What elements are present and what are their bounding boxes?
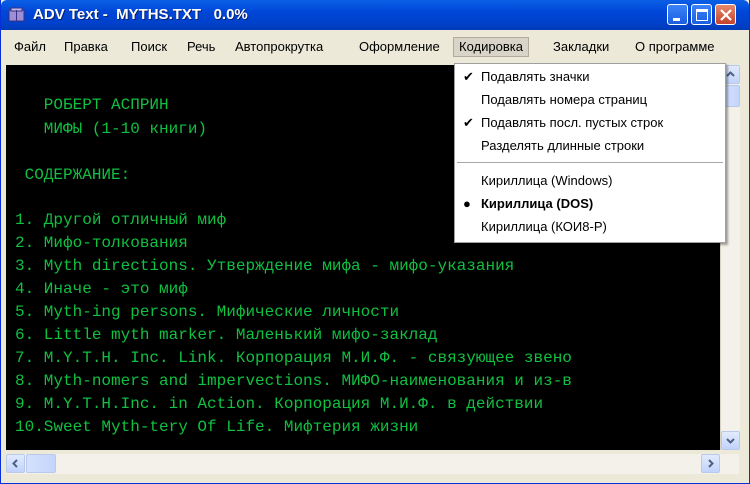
doc-line: 2. Мифо-толкования: [15, 234, 188, 252]
menu-option-cyrillic-koi8[interactable]: Кириллица (КОИ8-Р): [455, 216, 725, 238]
menu-file[interactable]: Файл: [9, 38, 51, 56]
checkmark-icon: ✔: [463, 69, 474, 84]
close-button[interactable]: [715, 4, 736, 25]
window-title: ADV Text - MYTHS.TXT 0.0%: [33, 6, 248, 23]
doc-line: 5. Myth-ing persons. Мифические личности: [15, 303, 400, 321]
menu-formatting[interactable]: Оформление: [354, 38, 445, 56]
hscroll-thumb[interactable]: [26, 454, 56, 473]
encoding-dropdown-menu: ✔ Подавлять значки Подавлять номера стра…: [454, 63, 726, 243]
menu-option-suppress-empty-lines[interactable]: ✔ Подавлять посл. пустых строк: [455, 112, 725, 134]
close-icon: [720, 9, 732, 21]
doc-line: СОДЕРЖАНИЕ:: [15, 166, 131, 184]
maximize-icon: [696, 9, 708, 21]
menu-bookmarks[interactable]: Закладки: [548, 38, 614, 56]
doc-line: 6. Little myth marker. Маленький мифо-за…: [15, 326, 438, 344]
book-icon: [8, 7, 25, 23]
doc-line: 10.Sweet Myth-tery Of Life. Мифтерия жиз…: [15, 418, 419, 436]
menu-autoscroll[interactable]: Автопрокрутка: [230, 38, 328, 56]
chevron-right-icon: [708, 459, 714, 468]
minimize-icon: [673, 18, 680, 21]
app-window: ADV Text - MYTHS.TXT 0.0% Файл Правка По…: [0, 0, 750, 484]
menu-encoding[interactable]: Кодировка: [453, 37, 529, 57]
checkmark-icon: ✔: [463, 115, 474, 130]
menu-edit[interactable]: Правка: [59, 38, 113, 56]
menu-about[interactable]: О программе: [630, 38, 720, 56]
menu-search[interactable]: Поиск: [126, 38, 172, 56]
menu-option-suppress-icons[interactable]: ✔ Подавлять значки: [455, 66, 725, 88]
radio-bullet-icon: ●: [463, 196, 471, 211]
doc-line: 9. M.Y.T.H.Inc. in Action. Корпорация М.…: [15, 395, 544, 413]
minimize-button[interactable]: [667, 4, 688, 25]
horizontal-scrollbar[interactable]: [6, 454, 739, 474]
doc-line: 4. Иначе - это миф: [15, 280, 188, 298]
doc-line: 3. Myth directions. Утверждение мифа - м…: [15, 257, 515, 275]
doc-line: 1. Другой отличный миф: [15, 211, 227, 229]
menu-option-suppress-page-numbers[interactable]: Подавлять номера страниц: [455, 89, 725, 111]
maximize-button[interactable]: [691, 4, 712, 25]
menu-option-cyrillic-dos[interactable]: ● Кириллица (DOS): [455, 193, 725, 215]
menu-separator: [457, 162, 723, 163]
scroll-left-button[interactable]: [6, 454, 25, 473]
doc-line: 7. M.Y.T.H. Inc. Link. Корпорация М.И.Ф.…: [15, 349, 572, 367]
menu-bar: Файл Правка Поиск Речь Автопрокрутка Офо…: [1, 30, 749, 63]
scroll-right-button[interactable]: [701, 454, 720, 473]
title-bar[interactable]: ADV Text - MYTHS.TXT 0.0%: [1, 0, 749, 30]
menu-option-cyrillic-windows[interactable]: Кириллица (Windows): [455, 170, 725, 192]
doc-line: РОБЕРТ АСПРИН: [15, 96, 169, 114]
chevron-left-icon: [12, 459, 18, 468]
doc-line: 8. Myth-nomers and impervections. МИФО-н…: [15, 372, 572, 390]
menu-speech[interactable]: Речь: [182, 38, 220, 56]
doc-line: МИФЫ (1-10 книги): [15, 120, 208, 138]
scroll-down-button[interactable]: [721, 431, 740, 450]
chevron-down-icon: [726, 438, 735, 444]
menu-option-split-long-lines[interactable]: Разделять длинные строки: [455, 135, 725, 157]
